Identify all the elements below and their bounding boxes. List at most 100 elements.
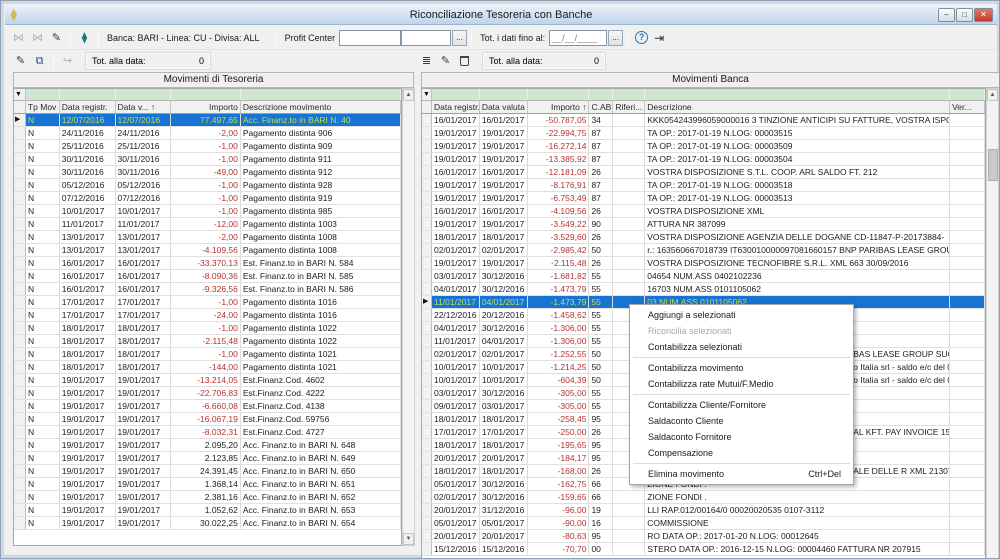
filter-cell[interactable] bbox=[950, 89, 985, 100]
table-row[interactable]: 19/01/201719/01/2017-22.994,7587TA OP.: … bbox=[422, 127, 985, 140]
close-button[interactable]: ✕ bbox=[974, 8, 993, 22]
column-header[interactable]: Data v... ↑ bbox=[116, 101, 172, 113]
table-row[interactable]: 19/01/201719/01/2017-16.272,1487TA OP.: … bbox=[422, 140, 985, 153]
table-row[interactable]: N17/01/201717/01/2017-24,00Pagamento dis… bbox=[14, 309, 401, 322]
table-row[interactable]: N19/01/201719/01/2017-16.067,19Est.Finan… bbox=[14, 413, 401, 426]
table-row[interactable]: N19/01/201719/01/2017-6.660,08Est.Finanz… bbox=[14, 400, 401, 413]
treasury-scrollbar[interactable]: ▲ ▼ bbox=[402, 88, 415, 546]
table-row[interactable]: 16/01/201716/01/2017-4.109,5626VOSTRA DI… bbox=[422, 205, 985, 218]
filter-cell[interactable] bbox=[432, 89, 480, 100]
table-row[interactable]: 19/01/201719/01/2017-3.549,2290ATTURA NR… bbox=[422, 218, 985, 231]
table-row[interactable]: N24/11/201624/11/2016-2,00Pagamento dist… bbox=[14, 127, 401, 140]
filter-cell[interactable] bbox=[26, 89, 60, 100]
table-row[interactable]: N07/12/201607/12/2016-1,00Pagamento dist… bbox=[14, 192, 401, 205]
table-row[interactable]: N18/01/201718/01/2017-1,00Pagamento dist… bbox=[14, 322, 401, 335]
column-header[interactable]: Tp Mov bbox=[26, 101, 60, 113]
scroll-down-icon[interactable]: ▼ bbox=[403, 533, 414, 545]
table-row[interactable]: N13/01/201713/01/2017-2,00Pagamento dist… bbox=[14, 231, 401, 244]
table-row[interactable]: N17/01/201717/01/2017-1,00Pagamento dist… bbox=[14, 296, 401, 309]
table-row[interactable]: N19/01/201719/01/20171.368,14Acc. Finanz… bbox=[14, 478, 401, 491]
grid-filter-row[interactable]: ▼ bbox=[14, 89, 401, 101]
treasury-grid[interactable]: ▼Tp MovData registr.Data v... ↑ImportoDe… bbox=[13, 88, 402, 546]
scroll-up-icon[interactable]: ▲ bbox=[403, 89, 414, 101]
column-header[interactable]: Descrizione bbox=[645, 101, 950, 113]
menu-item-saldaconto-fornitore[interactable]: Saldaconto Fornitore bbox=[630, 429, 853, 445]
unreconcile-icon[interactable]: ⋈ bbox=[29, 30, 46, 46]
column-header[interactable]: Importo ↑ bbox=[528, 101, 590, 113]
table-row[interactable]: 15/12/201615/12/2016-70,7000STERO DATA O… bbox=[422, 543, 985, 556]
menu-item-saldaconto-cliente[interactable]: Saldaconto Cliente bbox=[630, 413, 853, 429]
table-row[interactable]: 20/01/201731/12/2016-96,0019LLI RAP.012/… bbox=[422, 504, 985, 517]
table-row[interactable]: N19/01/201719/01/201730.022,25Acc. Finan… bbox=[14, 517, 401, 530]
filter-cell[interactable] bbox=[116, 89, 172, 100]
forward-arrow-icon[interactable]: ↪ bbox=[59, 53, 76, 69]
table-row[interactable]: N10/01/201710/01/2017-1,00Pagamento dist… bbox=[14, 205, 401, 218]
help-icon[interactable]: ? bbox=[635, 31, 648, 44]
menu-item-contabilizza-movimento[interactable]: Contabilizza movimento bbox=[630, 360, 853, 376]
column-header[interactable]: C.ABI bbox=[589, 101, 613, 113]
filter-cell[interactable] bbox=[171, 89, 241, 100]
grid-filter-row[interactable]: ▼ bbox=[422, 89, 985, 101]
filter-cell[interactable] bbox=[589, 89, 613, 100]
table-row[interactable]: N18/01/201718/01/2017-144,00Pagamento di… bbox=[14, 361, 401, 374]
table-row[interactable]: N16/01/201716/01/2017-9.326,56Est. Finan… bbox=[14, 283, 401, 296]
table-row[interactable]: 19/01/201719/01/2017-13.385,9287TA OP.: … bbox=[422, 153, 985, 166]
table-row[interactable]: N18/01/201718/01/2017-1,00Pagamento dist… bbox=[14, 348, 401, 361]
table-row[interactable]: 20/01/201720/01/2017-80,6395RO DATA OP.:… bbox=[422, 530, 985, 543]
grid-rows-icon[interactable]: ≣ bbox=[418, 53, 435, 69]
table-row[interactable]: ▶N12/07/201612/07/201677.497,65Acc. Fina… bbox=[14, 114, 401, 127]
table-row[interactable]: 19/01/201719/01/2017-6.753,4987TA OP.: 2… bbox=[422, 192, 985, 205]
reconcile-icon[interactable]: ⋈ bbox=[10, 30, 27, 46]
edit-icon[interactable]: ✎ bbox=[12, 53, 29, 69]
table-row[interactable]: N05/12/201605/12/2016-1,00Pagamento dist… bbox=[14, 179, 401, 192]
table-row[interactable]: 04/01/201730/12/2016-1.473,795516703 NUM… bbox=[422, 283, 985, 296]
bank-scrollbar[interactable]: ▲ bbox=[986, 88, 999, 559]
filter-cell[interactable] bbox=[528, 89, 590, 100]
filter-cell[interactable] bbox=[645, 89, 950, 100]
table-row[interactable]: N19/01/201719/01/20172.123,85Acc. Finanz… bbox=[14, 452, 401, 465]
column-header[interactable]: Riferi... bbox=[613, 101, 645, 113]
table-row[interactable]: N18/01/201718/01/2017-2.115,48Pagamento … bbox=[14, 335, 401, 348]
table-row[interactable]: 19/01/201719/01/2017-8.176,9187TA OP.: 2… bbox=[422, 179, 985, 192]
column-header[interactable]: Data valuta bbox=[480, 101, 528, 113]
column-header[interactable]: Importo bbox=[171, 101, 241, 113]
table-row[interactable]: N13/01/201713/01/2017-4.109,56Pagamento … bbox=[14, 244, 401, 257]
trash-icon[interactable] bbox=[456, 53, 473, 69]
profit-center-input-2[interactable] bbox=[401, 30, 451, 46]
column-header[interactable]: Descrizione movimento bbox=[241, 101, 401, 113]
column-header[interactable]: Data registr. bbox=[60, 101, 116, 113]
menu-item-aggiungi-a-selezionati[interactable]: Aggiungi a selezionati bbox=[630, 307, 853, 323]
tag-icon[interactable]: ⧫ bbox=[76, 30, 93, 46]
profit-center-lookup-button[interactable]: ... bbox=[452, 30, 467, 46]
menu-item-contabilizza-selezionati[interactable]: Contabilizza selezionati bbox=[630, 339, 853, 355]
table-row[interactable]: N19/01/201719/01/2017-22.706,83Est.Finan… bbox=[14, 387, 401, 400]
filter-cell[interactable] bbox=[480, 89, 528, 100]
table-row[interactable]: N25/11/201625/11/2016-1,00Pagamento dist… bbox=[14, 140, 401, 153]
column-header[interactable]: Data registr. bbox=[432, 101, 480, 113]
column-header[interactable]: Ver... bbox=[950, 101, 985, 113]
table-row[interactable]: N16/01/201716/01/2017-33.370,13Est. Fina… bbox=[14, 257, 401, 270]
scrollbar-thumb[interactable] bbox=[988, 149, 998, 181]
table-row[interactable]: N16/01/201716/01/2017-8.090,36Est. Finan… bbox=[14, 270, 401, 283]
menu-item-compensazione[interactable]: Compensazione bbox=[630, 445, 853, 461]
filter-cell[interactable] bbox=[241, 89, 401, 100]
table-row[interactable]: 02/01/201730/12/2016-159,6566ZIONE FONDI… bbox=[422, 491, 985, 504]
wand-icon[interactable]: ✎ bbox=[48, 30, 65, 46]
table-row[interactable]: N30/11/201630/11/2016-49,00Pagamento dis… bbox=[14, 166, 401, 179]
edit-icon[interactable]: ✎ bbox=[437, 53, 454, 69]
menu-item-elimina-movimento[interactable]: Elimina movimentoCtrl+Del bbox=[630, 466, 853, 482]
table-row[interactable]: N11/01/201711/01/2017-12,00Pagamento dis… bbox=[14, 218, 401, 231]
menu-item-contabilizza-rate-mutui-f-medio[interactable]: Contabilizza rate Mutui/F.Medio bbox=[630, 376, 853, 392]
table-row[interactable]: N19/01/201719/01/2017-13.214,05Est.Finan… bbox=[14, 374, 401, 387]
table-row[interactable]: 16/01/201716/01/2017-12.181,0926VOSTRA D… bbox=[422, 166, 985, 179]
copy-icon[interactable]: ⧉ bbox=[31, 53, 48, 69]
table-row[interactable]: 16/01/201716/01/2017-50.787,0534KKK05424… bbox=[422, 114, 985, 127]
table-row[interactable]: N19/01/201719/01/20171.052,62Acc. Finanz… bbox=[14, 504, 401, 517]
scroll-up-icon[interactable]: ▲ bbox=[987, 89, 998, 101]
table-row[interactable]: N30/11/201630/11/2016-1,00Pagamento dist… bbox=[14, 153, 401, 166]
date-filter-lookup-button[interactable]: ... bbox=[608, 30, 623, 46]
filter-cell[interactable] bbox=[613, 89, 645, 100]
table-row[interactable]: 02/01/201702/01/2017-2.985,4250r.: 16356… bbox=[422, 244, 985, 257]
maximize-button[interactable]: □ bbox=[956, 8, 973, 22]
minimize-button[interactable]: – bbox=[938, 8, 955, 22]
